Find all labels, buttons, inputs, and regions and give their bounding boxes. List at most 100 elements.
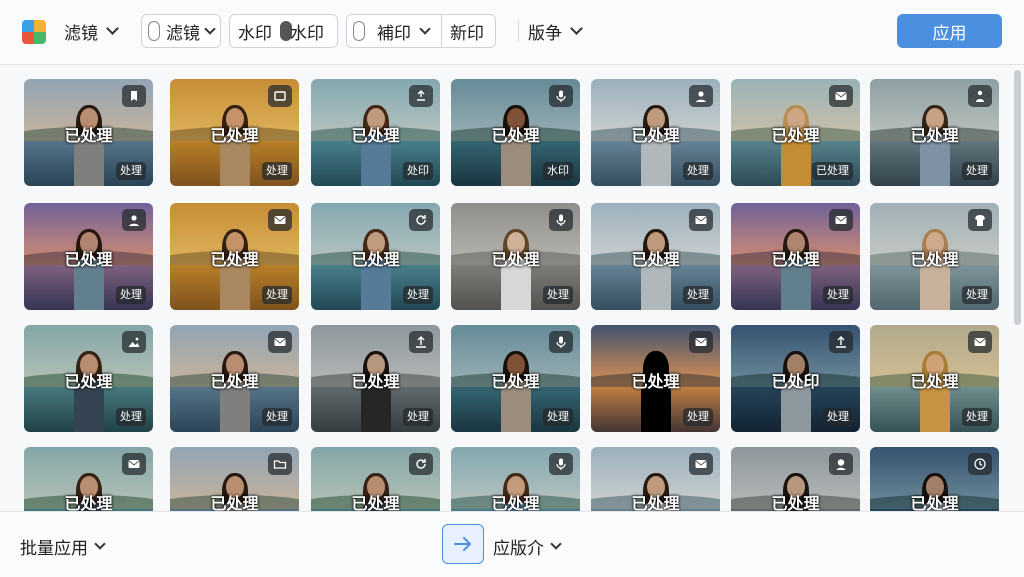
image-tile[interactable]: 已处理 处理: [870, 203, 999, 310]
tile-status-label: 已处理: [351, 372, 400, 391]
image-tile[interactable]: 已处理 处理: [170, 325, 299, 432]
landscape-icon[interactable]: [122, 331, 146, 353]
filter-dropdown[interactable]: 滤镜: [141, 14, 221, 48]
mic-icon[interactable]: [549, 453, 573, 475]
watermark-toggle-group[interactable]: 水印 水印: [229, 14, 338, 48]
image-grid: 已处理 处理 已处理 处理 已处理 处印 已处理 水印 已处理 处理 已处理 已…: [0, 65, 1024, 511]
scrollbar-thumb[interactable]: [1014, 70, 1021, 325]
tile-status-label: 已处理: [910, 494, 959, 511]
image-tile[interactable]: 已处印 处理: [731, 325, 860, 432]
refresh-icon[interactable]: [409, 209, 433, 231]
arrow-right-icon: [454, 537, 471, 551]
image-tile[interactable]: 已处理: [311, 447, 440, 511]
image-tile[interactable]: 已处理 处理: [451, 325, 580, 432]
bookmark-icon[interactable]: [122, 85, 146, 107]
mail-icon[interactable]: [268, 209, 292, 231]
mic-icon[interactable]: [549, 85, 573, 107]
mail-icon[interactable]: [689, 331, 713, 353]
chevron-down-icon: [419, 22, 431, 35]
mail-icon[interactable]: [268, 331, 292, 353]
tile-status-label: 已处理: [910, 250, 959, 269]
mail-icon[interactable]: [968, 331, 992, 353]
overlay-group[interactable]: 補印 新印: [346, 14, 496, 48]
tile-badge: 处理: [116, 408, 146, 426]
person-icon[interactable]: [829, 453, 853, 475]
image-tile[interactable]: 已处理 水印: [451, 79, 580, 186]
image-tile[interactable]: 已处理 处理: [170, 203, 299, 310]
tile-badge: 处理: [962, 408, 992, 426]
tile-badge: 处理: [962, 162, 992, 180]
toolbar-divider: [518, 20, 519, 42]
batch-apply-label: 批量应用: [20, 539, 88, 559]
image-tile[interactable]: 已处理 处理: [311, 203, 440, 310]
refresh-icon[interactable]: [409, 453, 433, 475]
image-tile[interactable]: 已处理 处理: [24, 203, 153, 310]
image-tile[interactable]: 已处理: [731, 447, 860, 511]
image-tile[interactable]: 已处理: [870, 447, 999, 511]
tile-status-label: 已处理: [631, 494, 680, 511]
image-tile[interactable]: 已处理 处理: [170, 79, 299, 186]
tile-status-label: 已处理: [910, 126, 959, 145]
tile-badge: 处理: [403, 408, 433, 426]
chevron-down-icon: [570, 22, 583, 35]
image-tile[interactable]: 已处理 处理: [451, 203, 580, 310]
tile-status-label: 已处理: [210, 372, 259, 391]
image-tile[interactable]: 已处理 处印: [311, 79, 440, 186]
tile-status-label: 已处理: [491, 250, 540, 269]
new-item-label[interactable]: 新印: [450, 19, 484, 44]
image-tile[interactable]: 已处理 处理: [24, 79, 153, 186]
tile-status-label: 已处理: [771, 126, 820, 145]
image-tile[interactable]: 已处理 处理: [870, 79, 999, 186]
user-icon[interactable]: [689, 85, 713, 107]
mic-icon[interactable]: [549, 331, 573, 353]
filter-menu[interactable]: 滤镜: [64, 14, 119, 48]
version-select-label: 应版介: [493, 539, 544, 559]
clock-icon[interactable]: [968, 453, 992, 475]
mail-icon[interactable]: [829, 85, 853, 107]
chevron-down-icon: [550, 538, 562, 550]
tile-status-label: 已处理: [64, 126, 113, 145]
mail-icon[interactable]: [122, 453, 146, 475]
batch-apply-menu[interactable]: 批量应用: [20, 534, 106, 559]
image-tile[interactable]: 已处理 处理: [591, 325, 720, 432]
version-menu[interactable]: 版争: [528, 14, 583, 48]
upload-icon[interactable]: [409, 331, 433, 353]
version-select-menu[interactable]: 应版介: [493, 534, 562, 559]
mail-icon[interactable]: [689, 453, 713, 475]
filter-dropdown-label: 滤镜: [166, 23, 200, 44]
image-tile[interactable]: 已处理: [451, 447, 580, 511]
next-arrow-button[interactable]: [442, 524, 484, 564]
shirt-icon[interactable]: [968, 209, 992, 231]
tile-badge: 处理: [116, 286, 146, 304]
user-icon[interactable]: [122, 209, 146, 231]
tile-status-label: 已处理: [491, 372, 540, 391]
image-tile[interactable]: 已处理 处理: [870, 325, 999, 432]
export-icon[interactable]: [409, 85, 433, 107]
image-tile[interactable]: 已处理 处理: [591, 203, 720, 310]
mail-icon[interactable]: [689, 209, 713, 231]
upload-icon[interactable]: [829, 331, 853, 353]
image-tile[interactable]: 已处理: [591, 447, 720, 511]
tile-status-label: 已处理: [351, 126, 400, 145]
tile-badge: 水印: [543, 162, 573, 180]
apply-button[interactable]: 应用: [897, 14, 1002, 48]
chevron-down-icon: [106, 22, 119, 35]
mail-icon[interactable]: [829, 209, 853, 231]
bottom-bar: 批量应用 应版介: [0, 511, 1024, 577]
image-tile[interactable]: 已处理 处理: [731, 203, 860, 310]
image-tile[interactable]: 已处理 已处理: [731, 79, 860, 186]
tile-status-label: 已处理: [771, 250, 820, 269]
image-tile[interactable]: 已处理 处理: [24, 325, 153, 432]
tile-badge: 处理: [823, 408, 853, 426]
tile-badge: 处理: [683, 286, 713, 304]
mic-icon[interactable]: [549, 209, 573, 231]
folder-icon[interactable]: [268, 453, 292, 475]
version-menu-label: 版争: [528, 23, 562, 44]
image-tile[interactable]: 已处理 处理: [311, 325, 440, 432]
person-wave-icon[interactable]: [968, 85, 992, 107]
frame-icon[interactable]: [268, 85, 292, 107]
image-tile[interactable]: 已处理 处理: [591, 79, 720, 186]
image-tile[interactable]: 已处理: [24, 447, 153, 511]
tile-badge: 处理: [262, 408, 292, 426]
image-tile[interactable]: 已处理: [170, 447, 299, 511]
